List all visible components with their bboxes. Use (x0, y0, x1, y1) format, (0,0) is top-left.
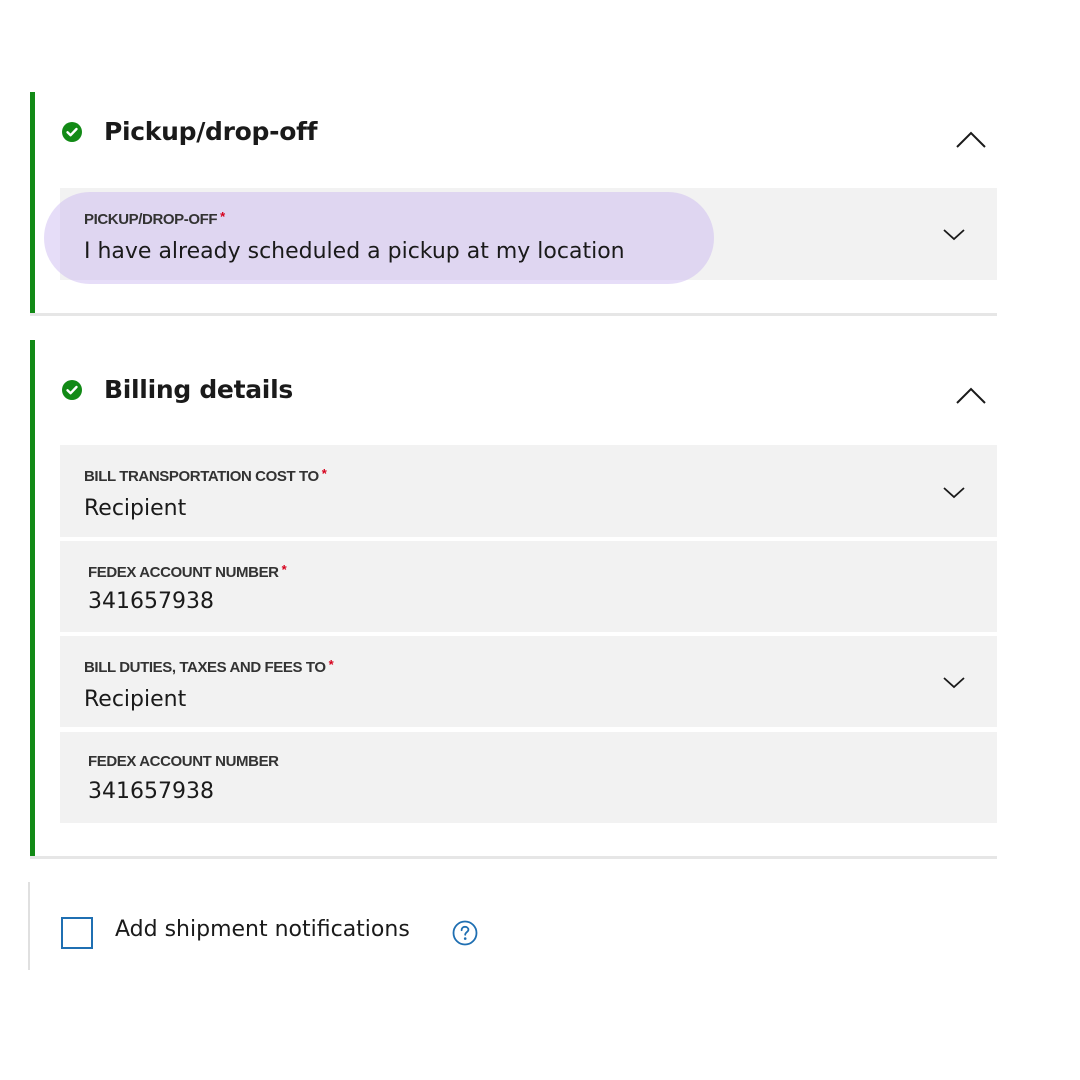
bill-duties-select[interactable] (60, 636, 997, 727)
section-status-bar (30, 340, 35, 856)
section-divider (30, 313, 997, 316)
collapse-billing-button[interactable] (954, 384, 988, 408)
billing-section-title: Billing details (104, 375, 293, 404)
bill-transportation-value: Recipient (84, 496, 187, 521)
section-status-bar (30, 92, 35, 314)
chevron-down-icon[interactable] (942, 226, 966, 242)
section-edge (28, 882, 30, 970)
shipment-notifications-label[interactable]: Add shipment notifications (115, 917, 410, 942)
chevron-down-icon[interactable] (942, 674, 966, 690)
section-divider (30, 856, 997, 859)
question-circle-icon[interactable] (452, 920, 478, 946)
pickup-dropoff-label: PICKUP/DROP-OFF * (84, 209, 225, 228)
fedex-account-number-value: 341657938 (88, 589, 214, 614)
collapse-pickup-button[interactable] (954, 128, 988, 152)
chevron-down-icon[interactable] (942, 484, 966, 500)
bill-transportation-label: BILL TRANSPORTATION COST TO * (84, 466, 327, 485)
fedex-account-number-field[interactable] (60, 541, 997, 632)
fedex-account-number-duties-label: FEDEX ACCOUNT NUMBER (88, 753, 279, 770)
fedex-account-number-duties-field[interactable] (60, 732, 997, 823)
fedex-account-number-duties-value: 341657938 (88, 779, 214, 804)
bill-duties-value: Recipient (84, 687, 187, 712)
check-circle-icon (62, 122, 82, 142)
selection-highlight (44, 192, 714, 284)
shipment-notifications-checkbox[interactable] (61, 917, 93, 949)
bill-duties-label: BILL DUTIES, TAXES AND FEES TO * (84, 657, 334, 676)
check-circle-icon (62, 380, 82, 400)
bill-transportation-select[interactable] (60, 445, 997, 537)
pickup-dropoff-value: I have already scheduled a pickup at my … (84, 239, 625, 264)
fedex-account-number-label: FEDEX ACCOUNT NUMBER * (88, 562, 287, 581)
pickup-section-title: Pickup/drop-off (104, 117, 318, 146)
